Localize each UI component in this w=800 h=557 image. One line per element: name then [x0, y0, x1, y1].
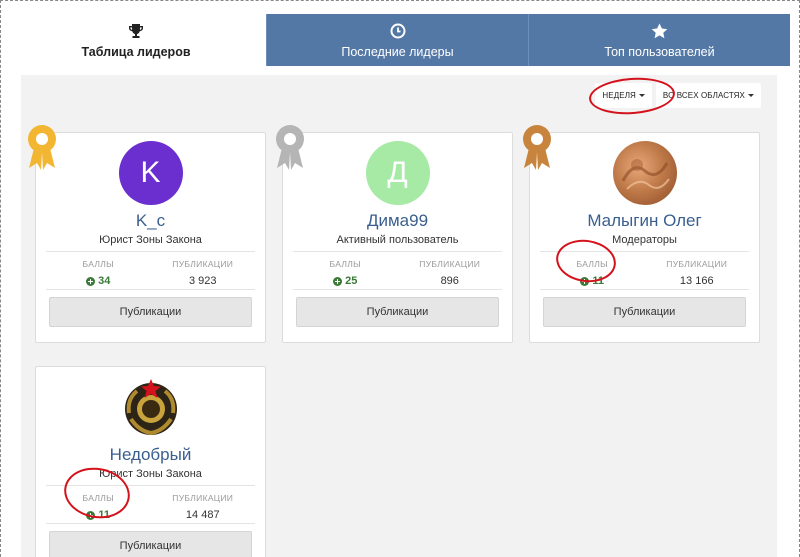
- avatar-photo-icon: [621, 159, 670, 190]
- plus-circle-icon: [86, 276, 96, 286]
- posts-label: ПУБЛИКАЦИИ: [419, 259, 481, 269]
- posts-label: ПУБЛИКАЦИИ: [172, 259, 234, 269]
- avatar-letter: Д: [387, 156, 408, 189]
- tab-leaderboard[interactable]: Таблица лидеров: [6, 14, 266, 66]
- gold-medal-icon: [28, 125, 56, 170]
- leader-card: K K_c Юрист Зоны Закона БАЛЛЫ 34 ПУБЛИКА…: [35, 132, 266, 343]
- avatar[interactable]: [612, 141, 677, 205]
- emblem-avatar-icon: [124, 379, 177, 436]
- avatar[interactable]: Д: [365, 141, 430, 205]
- user-stats: БАЛЛЫ 25 ПУБЛИКАЦИИ 896: [293, 259, 502, 289]
- caret-down-icon: [748, 94, 754, 97]
- tab-recent-leaders[interactable]: Последние лидеры: [266, 14, 528, 66]
- trophy-icon: [128, 22, 144, 40]
- user-name-link[interactable]: Дима99: [283, 211, 512, 231]
- posts-value: 3 923: [188, 275, 217, 287]
- tab-leaderboard-label: Таблица лидеров: [81, 44, 191, 59]
- star-icon: [651, 22, 668, 40]
- user-role: Юрист Зоны Закона: [99, 234, 202, 246]
- leader-card: Малыгин Олег Модераторы БАЛЛЫ 11 ПУБЛИКА…: [529, 132, 760, 343]
- divider: [46, 289, 255, 290]
- publications-button[interactable]: Публикации: [296, 297, 499, 327]
- divider: [540, 289, 749, 290]
- leader-card: Д Дима99 Активный пользователь БАЛЛЫ 25 …: [282, 132, 513, 343]
- posts-stat: ПУБЛИКАЦИИ 13 166: [645, 259, 750, 289]
- points-value: 25: [293, 275, 398, 287]
- posts-stat: ПУБЛИКАЦИИ 896: [398, 259, 503, 289]
- avatar-letter: K: [140, 156, 161, 189]
- publications-button[interactable]: Публикации: [49, 297, 252, 327]
- area-filter-label: ВО ВСЕХ ОБЛАСТЯХ: [662, 91, 745, 100]
- posts-value: 14 487: [185, 509, 220, 521]
- silver-medal-icon: [276, 125, 304, 170]
- tab-top-users[interactable]: Топ пользователей: [528, 14, 790, 66]
- posts-label: ПУБЛИКАЦИИ: [172, 493, 234, 503]
- user-name-link[interactable]: Малыгин Олег: [530, 211, 759, 231]
- divider: [293, 289, 502, 290]
- points-number: 34: [98, 275, 111, 287]
- posts-label: ПУБЛИКАЦИИ: [666, 259, 728, 269]
- publications-button[interactable]: Публикации: [49, 531, 252, 557]
- posts-value: 13 166: [679, 275, 714, 287]
- points-stat: БАЛЛЫ 34: [46, 259, 151, 289]
- tab-recent-leaders-label: Последние лидеры: [341, 44, 454, 59]
- leaderboard-tabs: Таблица лидеров Последние лидеры Топ пол…: [6, 14, 790, 66]
- clock-icon: [390, 22, 406, 40]
- points-label: БАЛЛЫ: [329, 259, 361, 269]
- points-stat: БАЛЛЫ 25: [293, 259, 398, 289]
- user-name-link[interactable]: K_c: [36, 211, 265, 231]
- points-number: 25: [345, 275, 358, 287]
- posts-value: 896: [440, 275, 459, 287]
- user-stats: БАЛЛЫ 34 ПУБЛИКАЦИИ 3 923: [46, 259, 255, 289]
- plus-circle-icon: [333, 276, 343, 286]
- publications-button[interactable]: Публикации: [543, 297, 746, 327]
- leaderboard-panel: НЕДЕЛЯ ВО ВСЕХ ОБЛАСТЯХ K K_c Юрист Зоны…: [21, 75, 777, 557]
- divider: [46, 251, 255, 252]
- divider: [46, 523, 255, 524]
- tab-top-users-label: Топ пользователей: [604, 44, 715, 59]
- user-name-link[interactable]: Недобрый: [36, 445, 265, 465]
- bronze-medal-icon: [523, 125, 551, 170]
- posts-stat: ПУБЛИКАЦИИ 14 487: [151, 493, 256, 523]
- divider: [293, 251, 502, 252]
- avatar[interactable]: K: [118, 141, 183, 205]
- points-label: БАЛЛЫ: [82, 259, 114, 269]
- posts-stat: ПУБЛИКАЦИИ 3 923: [151, 259, 256, 289]
- avatar[interactable]: [118, 375, 183, 439]
- points-value: 34: [46, 275, 151, 287]
- user-role: Активный пользователь: [336, 234, 459, 246]
- leader-card: Недобрый Юрист Зоны Закона БАЛЛЫ 11 ПУБЛ…: [35, 366, 266, 557]
